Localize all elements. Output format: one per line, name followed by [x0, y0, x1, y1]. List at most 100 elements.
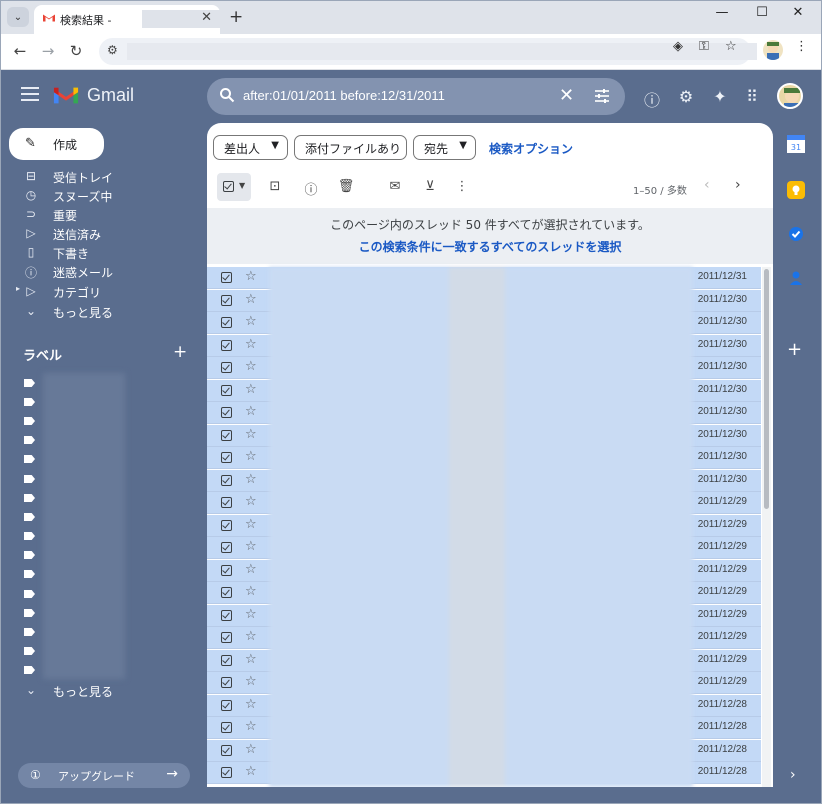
thread-checkbox[interactable] [221, 362, 232, 373]
calendar-icon[interactable]: 31 [787, 135, 805, 153]
label-tag-icon[interactable] [24, 532, 35, 540]
thread-checkbox[interactable] [221, 384, 232, 396]
bookmark-star-icon[interactable]: ☆ [725, 39, 737, 54]
star-icon[interactable]: ☆ [245, 562, 257, 577]
filter-attachment-chip[interactable]: 添付ファイルあり [294, 135, 407, 160]
prev-page-icon[interactable]: ‹ [704, 177, 710, 193]
thread-checkbox[interactable] [221, 767, 232, 778]
browser-tab[interactable]: 検索結果 - ✕ [34, 5, 228, 34]
search-icon[interactable] [219, 87, 235, 103]
site-info-icon[interactable]: ⚙ [107, 43, 118, 57]
reload-button[interactable]: ↻ [65, 42, 87, 60]
address-bar[interactable]: ⚙ [99, 38, 757, 65]
thread-checkbox[interactable] [221, 474, 232, 486]
browser-profile-avatar[interactable] [763, 40, 783, 60]
maximize-button[interactable]: ☐ [747, 5, 777, 20]
filter-from-chip[interactable]: 差出人 ▼ [213, 135, 288, 160]
search-options-icon[interactable] [593, 87, 611, 105]
minimize-button[interactable]: — [707, 5, 737, 20]
forward-button[interactable]: → [37, 42, 59, 60]
thread-checkbox[interactable] [221, 429, 232, 441]
label-tag-icon[interactable] [24, 628, 35, 636]
star-icon[interactable]: ☆ [245, 697, 257, 712]
thread-checkbox[interactable] [221, 744, 232, 756]
label-tag-icon[interactable] [24, 455, 35, 463]
star-icon[interactable]: ☆ [245, 314, 257, 329]
star-icon[interactable]: ☆ [245, 539, 257, 554]
thread-checkbox[interactable] [221, 317, 232, 328]
upgrade-button[interactable]: ① アップグレード → [18, 763, 190, 788]
delete-icon[interactable]: 🗑 [336, 179, 356, 194]
help-icon[interactable]: ⓘ [641, 87, 663, 111]
back-button[interactable]: ← [9, 42, 31, 60]
thread-checkbox[interactable] [221, 339, 232, 351]
thread-checkbox[interactable] [221, 407, 232, 418]
tasks-icon[interactable] [787, 225, 805, 243]
scrollbar-thumb[interactable] [764, 269, 769, 509]
star-icon[interactable]: ☆ [245, 764, 257, 779]
main-menu-icon[interactable] [21, 87, 39, 105]
close-window-button[interactable]: ✕ [783, 5, 813, 20]
star-icon[interactable]: ☆ [245, 427, 257, 442]
star-icon[interactable]: ☆ [245, 382, 257, 397]
account-avatar[interactable] [777, 83, 803, 109]
star-icon[interactable]: ☆ [245, 269, 257, 284]
clear-search-icon[interactable]: ✕ [559, 85, 574, 106]
thread-checkbox[interactable] [221, 609, 232, 621]
label-tag-icon[interactable] [24, 436, 35, 444]
contacts-icon[interactable] [787, 269, 805, 287]
more-actions-icon[interactable]: ⋮ [452, 179, 472, 194]
mark-unread-icon[interactable]: ✉ [385, 179, 405, 194]
report-spam-icon[interactable]: ⓘ [301, 179, 321, 198]
tab-search-button[interactable]: ⌄ [7, 7, 29, 27]
label-tag-icon[interactable] [24, 494, 35, 502]
star-icon[interactable]: ☆ [245, 607, 257, 622]
label-tag-icon[interactable] [24, 590, 35, 598]
thread-checkbox[interactable] [221, 654, 232, 666]
thread-checkbox[interactable] [221, 497, 232, 508]
select-all-matching-link[interactable]: この検索条件に一致するすべてのスレッドを選択 [207, 238, 773, 255]
label-tag-icon[interactable] [24, 570, 35, 578]
star-icon[interactable]: ☆ [245, 292, 257, 307]
star-icon[interactable]: ☆ [245, 584, 257, 599]
show-side-panel-icon[interactable]: › [790, 767, 796, 783]
label-tag-icon[interactable] [24, 647, 35, 655]
star-icon[interactable]: ☆ [245, 404, 257, 419]
label-tag-icon[interactable] [24, 475, 35, 483]
thread-checkbox[interactable] [221, 452, 232, 463]
star-icon[interactable]: ☆ [245, 629, 257, 644]
star-icon[interactable]: ☆ [245, 494, 257, 509]
label-tag-icon[interactable] [24, 379, 35, 387]
search-bar[interactable]: after:01/01/2011 before:12/31/2011 ✕ [207, 78, 625, 115]
thread-checkbox[interactable] [221, 519, 232, 531]
thread-checkbox[interactable] [221, 272, 232, 283]
apps-icon[interactable]: ⠿ [741, 87, 763, 106]
select-all-checkbox[interactable]: ▼ [217, 173, 251, 201]
scrollbar[interactable] [762, 267, 771, 787]
star-icon[interactable]: ☆ [245, 472, 257, 487]
filter-to-chip[interactable]: 宛先 ▼ [413, 135, 476, 160]
move-to-icon[interactable]: ⊻ [420, 179, 440, 194]
thread-checkbox[interactable] [221, 587, 232, 598]
thread-checkbox[interactable] [221, 699, 232, 711]
key-icon[interactable]: ⚿ [699, 39, 709, 54]
star-icon[interactable]: ☆ [245, 742, 257, 757]
star-icon[interactable]: ☆ [245, 719, 257, 734]
label-tag-icon[interactable] [24, 417, 35, 425]
add-label-icon[interactable]: + [173, 342, 187, 362]
thread-checkbox[interactable] [221, 722, 232, 733]
label-tag-icon[interactable] [24, 666, 35, 674]
thread-checkbox[interactable] [221, 294, 232, 306]
new-tab-button[interactable]: + [229, 7, 243, 27]
label-tag-icon[interactable] [24, 551, 35, 559]
archive-icon[interactable]: ⊡ [265, 179, 285, 194]
thread-checkbox[interactable] [221, 542, 232, 553]
star-icon[interactable]: ☆ [245, 337, 257, 352]
keep-icon[interactable] [787, 181, 805, 199]
thread-checkbox[interactable] [221, 677, 232, 688]
caret-down-icon[interactable]: ▼ [239, 181, 245, 190]
search-input[interactable]: after:01/01/2011 before:12/31/2011 [243, 88, 445, 103]
star-icon[interactable]: ☆ [245, 359, 257, 374]
settings-icon[interactable]: ⚙ [675, 87, 697, 106]
label-tag-icon[interactable] [24, 513, 35, 521]
